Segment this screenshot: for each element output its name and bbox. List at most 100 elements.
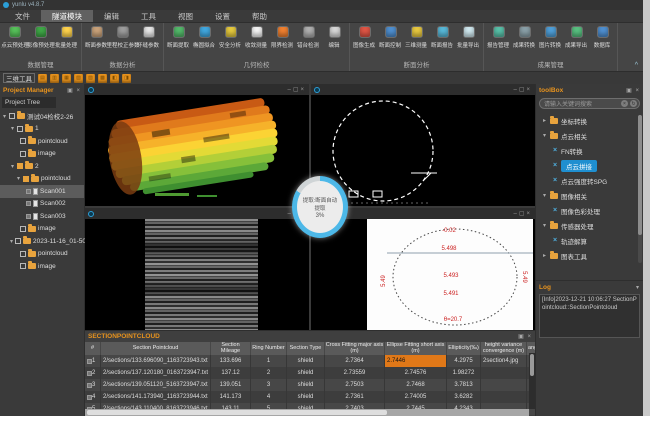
table-row[interactable]: 3 2/sections/139.051120_5163723947.txt13… <box>85 379 535 391</box>
menu-tab-tunnel-module[interactable]: 隧道模块 <box>41 10 93 22</box>
tree-item-root[interactable]: ▾测试04检校2-26 <box>0 110 84 123</box>
viewport-3d-pointcloud[interactable]: –▢× <box>85 84 309 206</box>
section-params-button[interactable]: 断面参数 <box>84 26 109 49</box>
tool-group-pointcloud[interactable]: ▾点云相关 <box>536 128 643 143</box>
scrollbar-thumb[interactable] <box>87 410 387 415</box>
mileage-correct-button[interactable]: 里程校正参数 <box>110 26 135 49</box>
tool-trajectory-solve[interactable]: ×轨迹解算 <box>536 233 643 248</box>
section-circle-render[interactable] <box>311 95 535 206</box>
viewport-camera-icon[interactable] <box>88 211 94 217</box>
tree-item-scan003[interactable]: Scan003 <box>0 210 84 223</box>
menu-tab-settings[interactable]: 设置 <box>204 10 241 22</box>
convergence-button[interactable]: 收敛测量 <box>244 26 269 49</box>
table-row[interactable]: 1 2/sections/133.696090_1163723943.txt13… <box>85 355 535 367</box>
image-generate-button[interactable]: 图像生成 <box>352 26 377 49</box>
image-preprocess-button[interactable]: 影像预处理 <box>28 26 53 49</box>
scrollbar-thumb[interactable] <box>530 354 534 376</box>
tree-item-dataset-2[interactable]: ▾2 <box>0 160 84 173</box>
checkbox[interactable] <box>26 189 31 194</box>
tree-item-scan001[interactable]: Scan001 <box>0 185 84 198</box>
menu-tab-help[interactable]: 帮助 <box>241 10 278 22</box>
section-control-button[interactable]: 断面控制 <box>378 26 403 49</box>
tree-item-pointcloud[interactable]: pointcloud <box>0 135 84 148</box>
panel-window-icons[interactable]: ▣ × <box>67 87 81 94</box>
panel-window-icons[interactable]: ▣ × <box>626 87 640 94</box>
checkbox-checked[interactable] <box>17 163 23 169</box>
tree-item-dataset-date[interactable]: ▾2023-11-16_01-50 <box>0 235 84 248</box>
viewport-window-controls[interactable]: –▢× <box>287 86 306 93</box>
viewport-camera-icon[interactable] <box>314 87 320 93</box>
tool-group-image[interactable]: ▾图像相关 <box>536 188 643 203</box>
chevron-down-icon[interactable]: ▾ <box>542 222 547 229</box>
chevron-right-icon[interactable]: ▸ <box>542 117 547 124</box>
table-vertical-scrollbar[interactable] <box>529 353 535 409</box>
toolbox-scrollbar[interactable] <box>638 115 642 263</box>
batch-export-button[interactable]: 批量导出 <box>456 26 481 49</box>
checkbox[interactable] <box>26 201 31 206</box>
checkbox[interactable] <box>20 226 26 232</box>
checkbox[interactable] <box>17 126 23 132</box>
layer-tool-icon[interactable]: ◧ <box>110 74 119 83</box>
tree-item-dataset-1[interactable]: ▾1 <box>0 123 84 136</box>
viewport-camera-icon[interactable] <box>88 87 94 93</box>
select-tool-icon[interactable]: ▧ <box>74 74 83 83</box>
tool-image-color[interactable]: ×图像色彩处理 <box>536 203 643 218</box>
pan-tool-icon[interactable]: ▤ <box>38 74 47 83</box>
tree-item-pointcloud[interactable]: pointcloud <box>0 248 84 261</box>
database-button[interactable]: 数据库 <box>590 26 615 49</box>
checkbox-checked[interactable] <box>23 176 29 182</box>
tool-pointcloud-merge[interactable]: ×点云拼接 <box>536 158 643 173</box>
table-row[interactable]: 4 2/sections/141.173940_1163723944.txt14… <box>85 391 535 403</box>
table-horizontal-scrollbar[interactable] <box>85 409 529 416</box>
tree-item-pointcloud[interactable]: ▾pointcloud <box>0 173 84 186</box>
quickbar-label[interactable]: 三维工具 <box>3 73 35 83</box>
tool-group-coordinate-convert[interactable]: ▸坐标转换 <box>536 113 643 128</box>
intensity-strip-render[interactable] <box>85 219 309 330</box>
refresh-icon[interactable]: ↻ <box>630 100 637 107</box>
tool-group-sensor[interactable]: ▾传感器处理 <box>536 218 643 233</box>
checkbox[interactable] <box>15 238 21 244</box>
ellipse-fit-button[interactable]: 椭圆拟合 <box>192 26 217 49</box>
table-row[interactable]: 2 2/sections/137.120180_0163723947.txt13… <box>85 367 535 379</box>
zoom-tool-icon[interactable]: ▥ <box>50 74 59 83</box>
edit-button[interactable]: 编辑 <box>322 26 347 49</box>
ring-seam-button[interactable]: 环缝参数 <box>136 26 161 49</box>
chevron-right-icon[interactable]: ▸ <box>542 252 547 259</box>
section-report-button[interactable]: 断面报告 <box>430 26 455 49</box>
rotate-tool-icon[interactable]: ▦ <box>62 74 71 83</box>
log-collapse-icon[interactable]: ▾ <box>636 284 640 291</box>
scrollbar-thumb[interactable] <box>638 115 642 235</box>
tunnel-pointcloud-render[interactable] <box>85 95 309 206</box>
checkbox[interactable] <box>20 263 26 269</box>
measure-3d-button[interactable]: 三维测量 <box>404 26 429 49</box>
tree-item-image[interactable]: image <box>0 223 84 236</box>
tree-item-scan002[interactable]: Scan002 <box>0 198 84 211</box>
chevron-down-icon[interactable]: ▾ <box>542 192 547 199</box>
result-export-button[interactable]: 成果导出 <box>564 26 589 49</box>
menu-tab-tools[interactable]: 工具 <box>130 10 167 22</box>
menu-tab-edit[interactable]: 编辑 <box>93 10 130 22</box>
tool-group-chart[interactable]: ▸图表工具 <box>536 248 643 263</box>
tool-fn-convert[interactable]: ×FN转换 <box>536 143 643 158</box>
tree-item-image[interactable]: image <box>0 148 84 161</box>
checkbox[interactable] <box>26 214 31 219</box>
toolbox-search-input[interactable]: 请输入关键词搜索 × ↻ <box>539 98 640 109</box>
menu-tab-file[interactable]: 文件 <box>4 10 41 22</box>
viewport-window-controls[interactable]: –▢× <box>513 210 532 217</box>
table-window-icons[interactable]: ▣ × <box>518 333 532 340</box>
checkbox[interactable] <box>20 138 26 144</box>
chevron-down-icon[interactable]: ▾ <box>542 132 547 139</box>
viewport-ellipse-fit[interactable]: –▢× -0.02 5.498 5.493 5.491 θ=20.7 <box>311 208 535 330</box>
tree-item-image[interactable]: image <box>0 260 84 273</box>
result-convert-button[interactable]: 成果转换 <box>512 26 537 49</box>
measure-tool-icon[interactable]: ▨ <box>86 74 95 83</box>
ribbon-collapse-button[interactable]: ^ <box>635 62 638 69</box>
chevron-down-icon[interactable]: ▾ <box>16 175 21 182</box>
viewport-section-front[interactable]: –▢× <box>311 84 535 206</box>
chevron-down-icon[interactable]: ▾ <box>10 163 15 170</box>
batch-process-button[interactable]: 批量处理 <box>54 26 79 49</box>
view-tool-icon[interactable]: ◨ <box>122 74 131 83</box>
clear-search-icon[interactable]: × <box>621 100 628 107</box>
viewport-window-controls[interactable]: –▢× <box>513 86 532 93</box>
checkbox[interactable] <box>20 251 26 257</box>
